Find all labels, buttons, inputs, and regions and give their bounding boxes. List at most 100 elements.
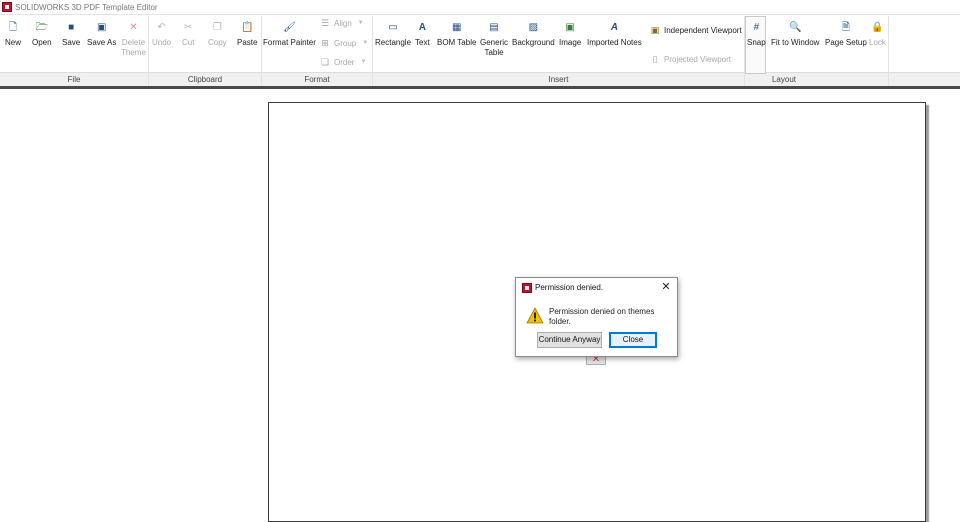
lock-label: Lock: [869, 38, 886, 47]
open-folder-icon: 🗁: [35, 22, 48, 33]
page-setup-button[interactable]: 🗎 Page Setup: [825, 22, 867, 48]
close-button[interactable]: Close: [609, 332, 657, 348]
title-bar: SOLIDWORKS 3D PDF Template Editor: [0, 0, 960, 14]
new-document-icon: 🗋: [8, 22, 18, 33]
imported-notes-icon: A: [610, 22, 618, 33]
dialog-title: Permission denied.: [535, 283, 604, 292]
order-label: Order: [334, 57, 355, 67]
order-icon: ❏: [320, 57, 330, 67]
save-button[interactable]: ■ Save: [62, 22, 80, 48]
delete-theme-label-2: Theme: [121, 48, 146, 57]
save-icon: ■: [68, 22, 75, 33]
background-label: Background: [512, 38, 555, 47]
warning-icon: [526, 307, 544, 324]
group-separator: [888, 16, 889, 86]
continue-anyway-button[interactable]: Continue Anyway: [537, 332, 602, 348]
snap-button[interactable]: # Snap: [747, 22, 766, 48]
independent-viewport-label: Independent Viewport: [664, 25, 742, 35]
align-dropdown[interactable]: ☰ Align ▼: [320, 18, 364, 28]
close-icon[interactable]: ✕: [660, 281, 672, 293]
save-as-button[interactable]: ▣ Save As: [87, 22, 116, 48]
snap-label: Snap: [747, 38, 766, 47]
background-image-icon: ▨: [528, 22, 539, 33]
chevron-down-icon: ▼: [357, 20, 364, 26]
copy-icon: ❐: [212, 22, 222, 33]
table-icon: ▤: [489, 22, 499, 33]
clipboard-group-label: Clipboard: [187, 75, 223, 84]
rectangle-button[interactable]: ▭ Rectangle: [375, 22, 411, 48]
delete-theme-label-1: Delete: [121, 38, 146, 47]
projected-viewport-button[interactable]: ▯ Projected Viewport: [650, 54, 731, 64]
text-label: Text: [415, 38, 430, 47]
order-dropdown[interactable]: ❏ Order ▼: [320, 57, 366, 67]
file-group-label: File: [67, 75, 81, 84]
copy-button[interactable]: ❐ Copy: [208, 22, 227, 48]
delete-theme-button[interactable]: ✕ Delete Theme: [121, 22, 146, 58]
chevron-down-icon: ▼: [360, 59, 367, 65]
window-title: SOLIDWORKS 3D PDF Template Editor: [15, 2, 158, 12]
chevron-down-icon: ▼: [362, 40, 369, 46]
layout-group-label: Layout: [771, 75, 797, 84]
bom-table-icon: ▦: [451, 22, 462, 33]
insert-group-label: Insert: [548, 75, 569, 84]
projected-viewport-label: Projected Viewport: [664, 54, 731, 64]
app-logo-icon: [2, 2, 12, 12]
image-button[interactable]: ▣ Image: [559, 22, 581, 48]
rectangle-label: Rectangle: [375, 38, 412, 47]
cut-label: Cut: [182, 38, 195, 47]
open-label: Open: [32, 38, 52, 47]
save-label: Save: [62, 38, 81, 47]
bom-table-button[interactable]: ▦ BOM Table: [437, 22, 476, 48]
image-icon: ▣: [565, 22, 575, 33]
permission-denied-dialog: Permission denied. ✕ Permission denied o…: [515, 277, 678, 357]
imported-notes-label: Imported Notes: [587, 38, 642, 47]
generic-table-label-1: Generic: [480, 38, 509, 47]
paste-label: Paste: [237, 38, 258, 47]
format-group-label: Format: [304, 75, 330, 84]
fit-to-window-button[interactable]: 🔍 Fit to Window: [771, 22, 819, 48]
save-as-icon: ▣: [96, 22, 107, 33]
rectangle-icon: ▭: [388, 22, 398, 33]
undo-icon: ↶: [157, 22, 166, 33]
projected-viewport-icon: ▯: [652, 54, 658, 64]
undo-label: Undo: [152, 38, 172, 47]
imported-notes-button[interactable]: A Imported Notes: [587, 22, 642, 48]
paintbrush-icon: 🖌: [283, 22, 296, 33]
paste-icon: 📋: [241, 22, 254, 33]
lock-button[interactable]: 🔒 Lock: [869, 22, 886, 48]
page-setup-icon: 🗎: [841, 22, 850, 33]
format-painter-label: Format Painter: [263, 38, 316, 47]
background-button[interactable]: ▨ Background: [512, 22, 555, 48]
fit-to-window-label: Fit to Window: [771, 38, 820, 47]
text-button[interactable]: A Text: [415, 22, 430, 48]
generic-table-button[interactable]: ▤ Generic Table: [480, 22, 508, 58]
text-a-icon: A: [418, 22, 426, 33]
grid-snap-icon: #: [753, 22, 760, 33]
independent-viewport-button[interactable]: ▣ Independent Viewport: [650, 25, 742, 35]
new-button[interactable]: 🗋 New: [5, 22, 21, 48]
format-painter-button[interactable]: 🖌 Format Painter: [263, 22, 316, 48]
dialog-message: Permission denied on themes folder.: [549, 307, 655, 326]
bom-table-label: BOM Table: [437, 38, 477, 47]
group-dropdown[interactable]: ⊞ Group ▼: [320, 38, 368, 48]
group-icon: ⊞: [321, 38, 329, 48]
cut-button[interactable]: ✂ Cut: [182, 22, 194, 48]
undo-button[interactable]: ↶ Undo: [152, 22, 171, 48]
new-label: New: [5, 38, 22, 47]
group-label: Group: [334, 38, 357, 48]
open-button[interactable]: 🗁 Open: [32, 22, 52, 48]
generic-table-label-2: Table: [484, 48, 504, 57]
scissors-icon: ✂: [184, 22, 193, 33]
viewport-icon: ▣: [650, 25, 660, 35]
align-label: Align: [334, 18, 352, 28]
save-as-label: Save As: [87, 38, 117, 47]
app-logo-icon: [522, 283, 532, 293]
image-label: Image: [559, 38, 582, 47]
delete-x-icon: ✕: [129, 22, 138, 33]
align-icon: ☰: [320, 18, 330, 28]
copy-label: Copy: [208, 38, 227, 47]
page-setup-label: Page Setup: [825, 38, 867, 47]
zoom-icon: 🔍: [789, 22, 802, 33]
paste-button[interactable]: 📋 Paste: [237, 22, 257, 48]
lock-icon: 🔒: [871, 22, 884, 33]
